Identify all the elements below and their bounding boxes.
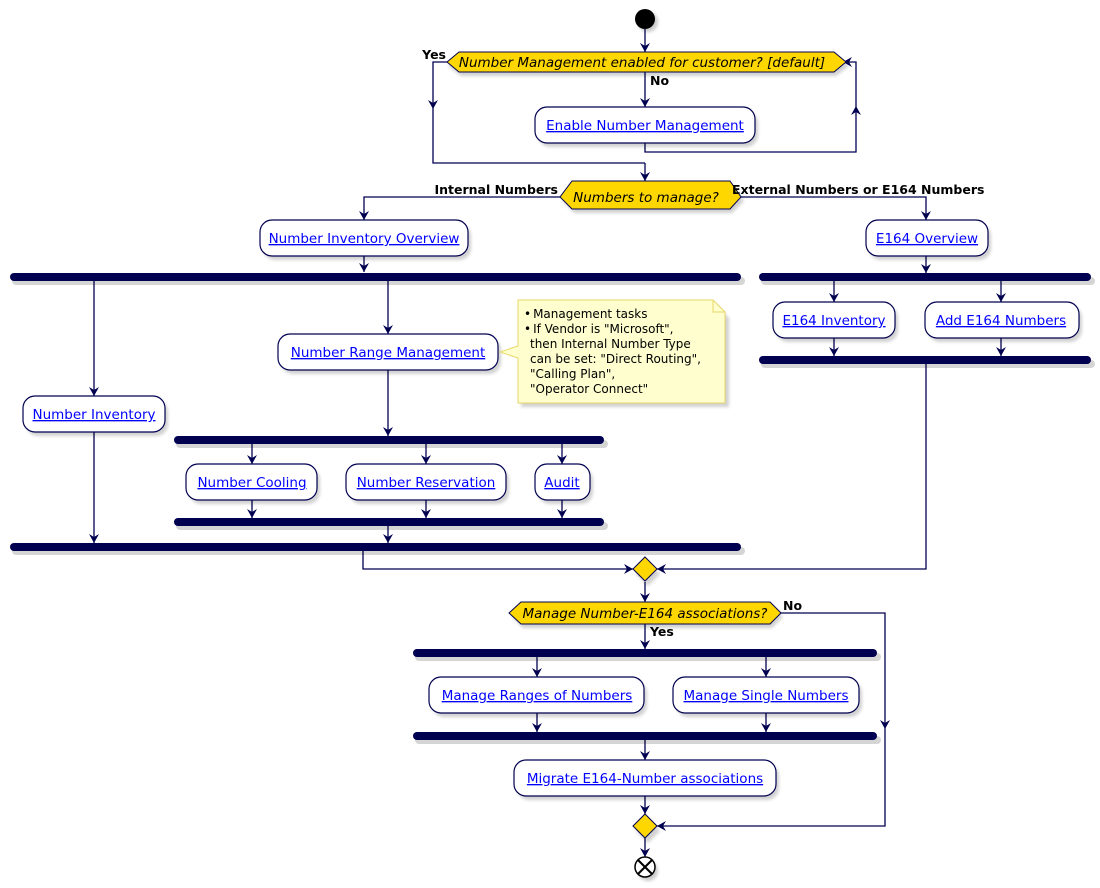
end-node — [634, 856, 658, 881]
activity-number-inventory[interactable]: Number Inventory — [22, 395, 168, 436]
e164-inventory-link[interactable]: E164 Inventory — [782, 313, 885, 329]
decision-numbers-text: Numbers to manage? — [573, 190, 719, 206]
note-line-3: then Internal Number Type — [530, 337, 691, 351]
note-bullet-2: • If Vendor is "Microsoft", — [524, 322, 674, 336]
manage-single-link[interactable]: Manage Single Numbers — [684, 688, 849, 704]
decision-assoc-text: Manage Number-E164 associations? — [523, 606, 768, 622]
cooling-link[interactable]: Number Cooling — [197, 475, 306, 491]
label-no-2: No — [783, 598, 802, 613]
start-node — [635, 9, 655, 29]
add-e164-link[interactable]: Add E164 Numbers — [936, 313, 1066, 329]
audit-link[interactable]: Audit — [544, 475, 579, 491]
activity-e164-inventory[interactable]: E164 Inventory — [772, 301, 898, 342]
note-management-tasks: • Management tasks • If Vendor is "Microso… — [498, 299, 729, 407]
note-bullet-1: • Management tasks — [524, 307, 647, 321]
migrate-link[interactable]: Migrate E164-Number associations — [527, 771, 763, 787]
note-line-5: "Calling Plan", — [530, 367, 615, 381]
decision-nm-enabled-text: Number Management enabled for customer? … — [459, 55, 825, 71]
label-yes-2: Yes — [649, 624, 674, 639]
range-mgmt-link[interactable]: Number Range Management — [291, 345, 486, 361]
activity-migrate[interactable]: Migrate E164-Number associations — [513, 759, 779, 800]
e164-overview-link[interactable]: E164 Overview — [876, 231, 978, 247]
activity-enable-nm[interactable]: Enable Number Management — [534, 106, 758, 147]
reservation-link[interactable]: Number Reservation — [357, 475, 496, 491]
activity-add-e164[interactable]: Add E164 Numbers — [924, 301, 1082, 342]
activity-audit[interactable]: Audit — [534, 463, 593, 504]
number-inventory-link[interactable]: Number Inventory — [32, 407, 155, 423]
label-yes-1: Yes — [421, 47, 446, 62]
enable-nm-link[interactable]: Enable Number Management — [546, 118, 744, 134]
label-internal-numbers: Internal Numbers — [434, 182, 558, 197]
activity-range-mgmt[interactable]: Number Range Management — [277, 333, 501, 374]
activity-reservation[interactable]: Number Reservation — [345, 463, 509, 504]
activity-manage-ranges[interactable]: Manage Ranges of Numbers — [428, 676, 647, 717]
label-no-1: No — [650, 73, 669, 88]
activity-inv-overview[interactable]: Number Inventory Overview — [259, 219, 471, 260]
merge-diamond-1 — [632, 556, 660, 586]
activity-cooling[interactable]: Number Cooling — [185, 463, 320, 504]
label-external-numbers: External Numbers or E164 Numbers — [732, 182, 984, 197]
decision-numbers-to-manage: Numbers to manage? — [559, 180, 744, 213]
decision-manage-assoc: Manage Number-E164 associations? — [508, 601, 783, 628]
activity-manage-single[interactable]: Manage Single Numbers — [672, 676, 862, 717]
merge-diamond-2 — [632, 813, 660, 843]
note-line-4: can be set: "Direct Routing", — [530, 352, 701, 366]
activity-e164-overview[interactable]: E164 Overview — [865, 219, 991, 260]
note-line-6: "Operator Connect" — [530, 382, 648, 396]
decision-nm-enabled: Number Management enabled for customer? … — [446, 51, 849, 76]
activity-diagram: Number Management enabled for customer? … — [10, 9, 1095, 881]
inv-overview-link[interactable]: Number Inventory Overview — [269, 231, 460, 247]
manage-ranges-link[interactable]: Manage Ranges of Numbers — [442, 688, 633, 704]
